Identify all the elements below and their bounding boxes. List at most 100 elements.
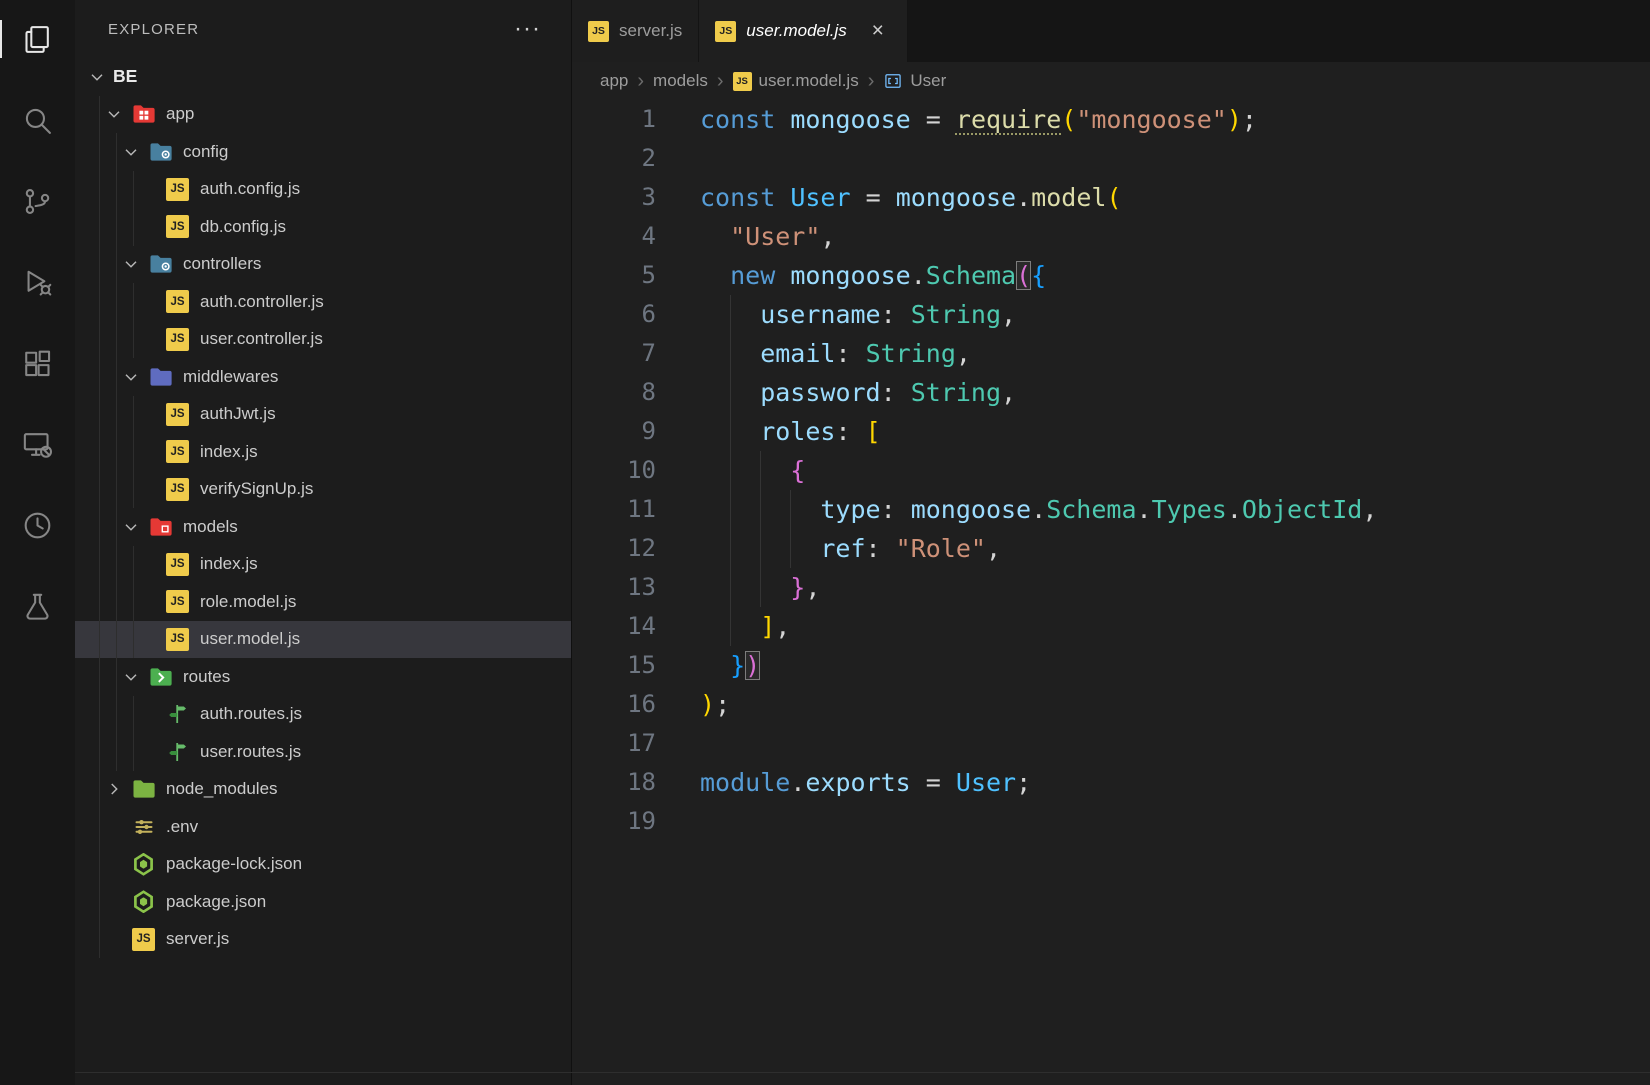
tree-item-authjwt-js[interactable]: JSauthJwt.js: [75, 396, 571, 434]
code-token: "User": [730, 222, 820, 251]
breadcrumb-label: models: [653, 71, 708, 91]
tree-item-auth-controller-js[interactable]: JSauth.controller.js: [75, 283, 571, 321]
tree-item-node-modules[interactable]: node_modules: [75, 771, 571, 809]
code-line[interactable]: 18module.exports = User;: [572, 763, 1650, 802]
tree-item-controllers[interactable]: controllers: [75, 246, 571, 284]
tree-item-app[interactable]: app: [75, 96, 571, 134]
indent-guide: [700, 256, 730, 295]
line-number: 5: [572, 256, 656, 295]
tree-item-auth-routes-js[interactable]: auth.routes.js: [75, 696, 571, 734]
code-token: "mongoose": [1076, 105, 1227, 134]
chevron-down-icon[interactable]: [121, 367, 147, 387]
tree-item-label: index.js: [200, 442, 258, 462]
line-number: 10: [572, 451, 656, 490]
tab-label: user.model.js: [746, 21, 846, 41]
tree-item-server-js[interactable]: JSserver.js: [75, 921, 571, 959]
search-icon[interactable]: [0, 97, 75, 143]
run-and-debug-icon[interactable]: [0, 259, 75, 305]
breadcrumb-item-models[interactable]: models: [653, 71, 708, 91]
tree-item-index-js[interactable]: JSindex.js: [75, 433, 571, 471]
code-line[interactable]: 4"User",: [572, 217, 1650, 256]
tree-item-db-config-js[interactable]: JSdb.config.js: [75, 208, 571, 246]
chevron-right-icon[interactable]: [104, 779, 130, 799]
chevron-down-icon[interactable]: [121, 667, 147, 687]
code-token: ;: [1242, 105, 1257, 134]
code-editor[interactable]: 1const mongoose = require("mongoose");23…: [572, 100, 1650, 1085]
breadcrumb-separator-icon: ›: [717, 70, 724, 93]
code-token: ,: [1001, 378, 1016, 407]
tree-item-user-model-js[interactable]: JSuser.model.js: [75, 621, 571, 659]
code-line-content: new mongoose.Schema({: [700, 256, 1046, 295]
code-line[interactable]: 19: [572, 802, 1650, 841]
folder-app-icon: [130, 101, 157, 128]
code-line[interactable]: 1const mongoose = require("mongoose");: [572, 100, 1650, 139]
tree-item-package-json[interactable]: package.json: [75, 883, 571, 921]
tab-server-js[interactable]: JSserver.js: [572, 0, 699, 62]
code-line[interactable]: 13},: [572, 568, 1650, 607]
tab-user-model-js[interactable]: JS user.model.js ×: [699, 0, 907, 62]
code-token: :: [835, 339, 865, 368]
code-token: mongoose: [911, 495, 1031, 524]
chevron-down-icon[interactable]: [121, 254, 147, 274]
code-line[interactable]: 15}): [572, 646, 1650, 685]
code-line[interactable]: 7email: String,: [572, 334, 1650, 373]
code-token: =: [911, 768, 956, 797]
code-line[interactable]: 3const User = mongoose.model(: [572, 178, 1650, 217]
code-line[interactable]: 12ref: "Role",: [572, 529, 1650, 568]
tree-indent-guide: [133, 171, 134, 246]
code-token: module: [700, 768, 790, 797]
tree-item-env[interactable]: .env: [75, 808, 571, 846]
code-line[interactable]: 16);: [572, 685, 1650, 724]
code-line[interactable]: 10{: [572, 451, 1650, 490]
tree-item-routes[interactable]: routes: [75, 658, 571, 696]
code-line[interactable]: 5 new mongoose.Schema({: [572, 256, 1650, 295]
code-line[interactable]: 9roles: [: [572, 412, 1650, 451]
timeline-icon[interactable]: [0, 502, 75, 548]
tree-item-middlewares[interactable]: middlewares: [75, 358, 571, 396]
tree-item-auth-config-js[interactable]: JSauth.config.js: [75, 171, 571, 209]
breadcrumb-separator-icon: ›: [868, 70, 875, 93]
code-line[interactable]: 8password: String,: [572, 373, 1650, 412]
breadcrumb-item-app[interactable]: app: [600, 71, 628, 91]
tree-item-label: auth.routes.js: [200, 704, 302, 724]
node-icon: [130, 888, 157, 915]
chevron-down-icon[interactable]: [121, 517, 147, 537]
tree-item-models[interactable]: models: [75, 508, 571, 546]
code-line[interactable]: 11type: mongoose.Schema.Types.ObjectId,: [572, 490, 1650, 529]
explorer-icon[interactable]: [0, 16, 75, 62]
tree-item-index-js[interactable]: JSindex.js: [75, 546, 571, 584]
tree-item-package-lock-json[interactable]: package-lock.json: [75, 846, 571, 884]
more-actions-icon[interactable]: ···: [514, 22, 541, 36]
code-line[interactable]: 6username: String,: [572, 295, 1650, 334]
js-file-icon: JS: [715, 21, 736, 42]
extensions-icon[interactable]: [0, 340, 75, 386]
testing-icon[interactable]: [0, 583, 75, 629]
code-token: }: [730, 651, 745, 680]
breadcrumb-item-user[interactable]: User: [883, 71, 946, 91]
remote-explorer-icon[interactable]: [0, 421, 75, 467]
tree-item-label: verifySignUp.js: [200, 479, 313, 499]
tree-item-role-model-js[interactable]: JSrole.model.js: [75, 583, 571, 621]
indent-guide: [760, 451, 790, 490]
code-line[interactable]: 2: [572, 139, 1650, 178]
tree-item-verifysignup-js[interactable]: JSverifySignUp.js: [75, 471, 571, 509]
js-icon: JS: [164, 326, 191, 353]
code-line[interactable]: 14],: [572, 607, 1650, 646]
chevron-down-icon[interactable]: [87, 67, 113, 87]
tab-label: server.js: [619, 21, 682, 41]
indent-guide: [790, 529, 820, 568]
chevron-down-icon[interactable]: [104, 104, 130, 124]
indent-guide: [730, 412, 760, 451]
code-token: ,: [805, 573, 820, 602]
code-token: ,: [1362, 495, 1377, 524]
code-token: require: [956, 105, 1061, 134]
chevron-down-icon[interactable]: [121, 142, 147, 162]
tree-root-be[interactable]: BE: [75, 58, 571, 96]
source-control-icon[interactable]: [0, 178, 75, 224]
tree-item-config[interactable]: config: [75, 133, 571, 171]
breadcrumb-item-user-model-js[interactable]: JSuser.model.js: [733, 71, 859, 91]
tree-item-user-routes-js[interactable]: user.routes.js: [75, 733, 571, 771]
close-icon[interactable]: ×: [865, 18, 891, 44]
tree-item-user-controller-js[interactable]: JSuser.controller.js: [75, 321, 571, 359]
code-line[interactable]: 17: [572, 724, 1650, 763]
